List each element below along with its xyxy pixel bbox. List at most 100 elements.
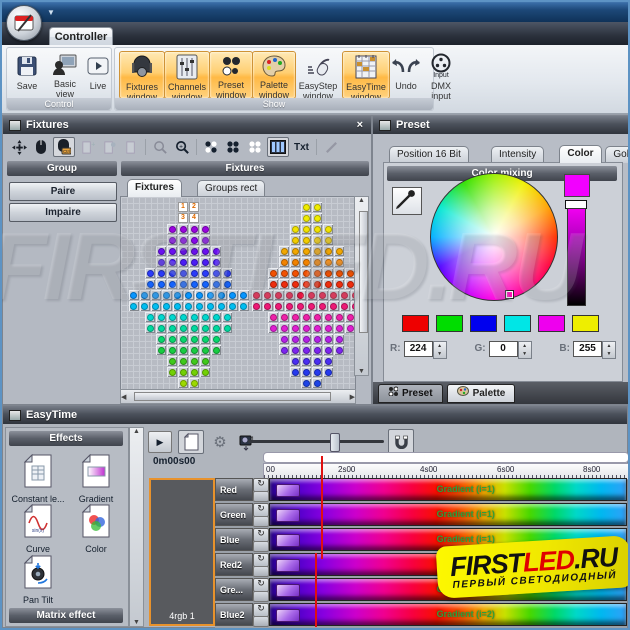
- fixture-cell[interactable]: [340, 290, 350, 300]
- fixtures-panel-titlebar[interactable]: Fixtures ×: [3, 116, 371, 134]
- spinner-arrows-icon[interactable]: ▲▼: [602, 341, 616, 359]
- fixture-cell[interactable]: [211, 334, 221, 344]
- track-option-button[interactable]: [253, 566, 269, 577]
- play-button[interactable]: ▶: [148, 431, 172, 453]
- fixtures-tab-groups-rect[interactable]: Groups rect: [197, 180, 265, 197]
- fixture-cell[interactable]: [189, 334, 199, 344]
- fixture-cell[interactable]: [290, 224, 300, 234]
- fixture-cell[interactable]: [301, 235, 311, 245]
- fixture-cell[interactable]: [290, 312, 300, 322]
- fixture-cell[interactable]: [189, 367, 199, 377]
- fixture-cell[interactable]: [145, 312, 155, 322]
- fixture-cell[interactable]: [206, 290, 216, 300]
- dots-light-view-icon[interactable]: [245, 138, 265, 156]
- fixture-cell[interactable]: [140, 290, 150, 300]
- txt-view-button[interactable]: Txt: [291, 142, 312, 153]
- effect-item-gradient[interactable]: Gradient: [68, 454, 124, 504]
- fixture-cell[interactable]: [274, 301, 284, 311]
- fixture-cell[interactable]: [195, 301, 205, 311]
- fixture-cell[interactable]: [307, 290, 317, 300]
- fixture-cell[interactable]: [200, 224, 210, 234]
- fixture-cell[interactable]: [200, 257, 210, 267]
- effect-item-pan-tilt[interactable]: Pan Tilt: [10, 555, 66, 605]
- grid-hscroll-thumb[interactable]: [134, 392, 331, 401]
- fixture-cell[interactable]: [211, 312, 221, 322]
- fixture-cell[interactable]: [312, 334, 322, 344]
- ribbon-button-easytime-window[interactable]: EasyTime window: [342, 51, 390, 99]
- fixture-cell[interactable]: [189, 246, 199, 256]
- fixture-cell[interactable]: [252, 290, 262, 300]
- fixture-cell[interactable]: [301, 345, 311, 355]
- fixture-cell[interactable]: [167, 323, 177, 333]
- fixture-cell[interactable]: [173, 301, 183, 311]
- fixture-cell[interactable]: [274, 290, 284, 300]
- effect-item-constant-le-[interactable]: Constant le...: [10, 454, 66, 504]
- fixture-cell[interactable]: [200, 367, 210, 377]
- fixture-cell[interactable]: [178, 356, 188, 366]
- rgb-value-input[interactable]: 0: [489, 341, 518, 357]
- fixture-cell[interactable]: [334, 312, 344, 322]
- ribbon-button-channels-window[interactable]: Channels window: [164, 51, 210, 99]
- fixture-cell[interactable]: [334, 257, 344, 267]
- preset-tab-gobo[interactable]: Gobo: [605, 146, 630, 163]
- fixture-cell[interactable]: [200, 356, 210, 366]
- fixture-cell[interactable]: [301, 378, 311, 388]
- fixture-cell[interactable]: [312, 246, 322, 256]
- settings-gear-icon[interactable]: ⚙: [210, 433, 230, 451]
- fixture-cell[interactable]: [156, 345, 166, 355]
- fixture-cell[interactable]: [318, 301, 328, 311]
- fixture-cell[interactable]: [178, 334, 188, 344]
- spinner-arrows-icon[interactable]: ▲▼: [518, 341, 532, 359]
- fixture-cell[interactable]: [211, 279, 221, 289]
- fixture-cell[interactable]: [200, 323, 210, 333]
- fixture-cell[interactable]: [145, 268, 155, 278]
- fixture-cell[interactable]: [167, 345, 177, 355]
- track-option-button[interactable]: [253, 591, 269, 602]
- fixture-cell[interactable]: [290, 279, 300, 289]
- new-scene-button[interactable]: [178, 430, 204, 454]
- fixture-cell[interactable]: [279, 312, 289, 322]
- fixture-cell[interactable]: [323, 235, 333, 245]
- fixture-cell[interactable]: [156, 268, 166, 278]
- scroll-down-icon[interactable]: ▼: [358, 368, 365, 375]
- matrix-view-icon[interactable]: [267, 137, 289, 157]
- fixture-cell[interactable]: [200, 279, 210, 289]
- fixture-cell[interactable]: [290, 257, 300, 267]
- preset-panel-titlebar[interactable]: Preset: [373, 116, 629, 134]
- fixture-cell[interactable]: [156, 323, 166, 333]
- fixture-cell[interactable]: [228, 290, 238, 300]
- fixture-cell[interactable]: [290, 334, 300, 344]
- color-chip[interactable]: [470, 315, 497, 332]
- fixture-cell[interactable]: [279, 334, 289, 344]
- fixture-cell[interactable]: [145, 279, 155, 289]
- playhead-line-a[interactable]: [321, 456, 323, 559]
- rgb-value-input[interactable]: 255: [573, 341, 602, 357]
- fixture-cell[interactable]: [301, 312, 311, 322]
- fixture-cell[interactable]: [200, 334, 210, 344]
- fixture-cell[interactable]: [290, 246, 300, 256]
- fixture-cell[interactable]: [222, 312, 232, 322]
- spinner-arrows-icon[interactable]: ▲▼: [433, 341, 447, 359]
- fixture-cell[interactable]: [156, 246, 166, 256]
- fixture-cell[interactable]: [211, 345, 221, 355]
- fixture-cell[interactable]: [167, 312, 177, 322]
- fixture-cell[interactable]: [323, 356, 333, 366]
- scroll-up-icon[interactable]: ▲: [133, 428, 140, 435]
- fixture-cell[interactable]: [195, 290, 205, 300]
- loop-icon[interactable]: ↻: [253, 528, 269, 542]
- fixture-cell[interactable]: [290, 356, 300, 366]
- zoom-slider-track[interactable]: [248, 440, 384, 443]
- fixture-cell[interactable]: [162, 290, 172, 300]
- fixture-cell[interactable]: [178, 345, 188, 355]
- fixture-cell[interactable]: [323, 312, 333, 322]
- fixture-cell[interactable]: [151, 301, 161, 311]
- fixture-cell[interactable]: [301, 334, 311, 344]
- fixture-cell[interactable]: [189, 257, 199, 267]
- zoom-slider-handle[interactable]: [330, 433, 340, 452]
- color-wheel[interactable]: [430, 173, 558, 301]
- fixture-cell[interactable]: [167, 334, 177, 344]
- fixture-cell[interactable]: [290, 345, 300, 355]
- fixture-cell[interactable]: [151, 290, 161, 300]
- fixture-cell[interactable]: [211, 268, 221, 278]
- ribbon-button-undo[interactable]: Undo: [390, 51, 422, 97]
